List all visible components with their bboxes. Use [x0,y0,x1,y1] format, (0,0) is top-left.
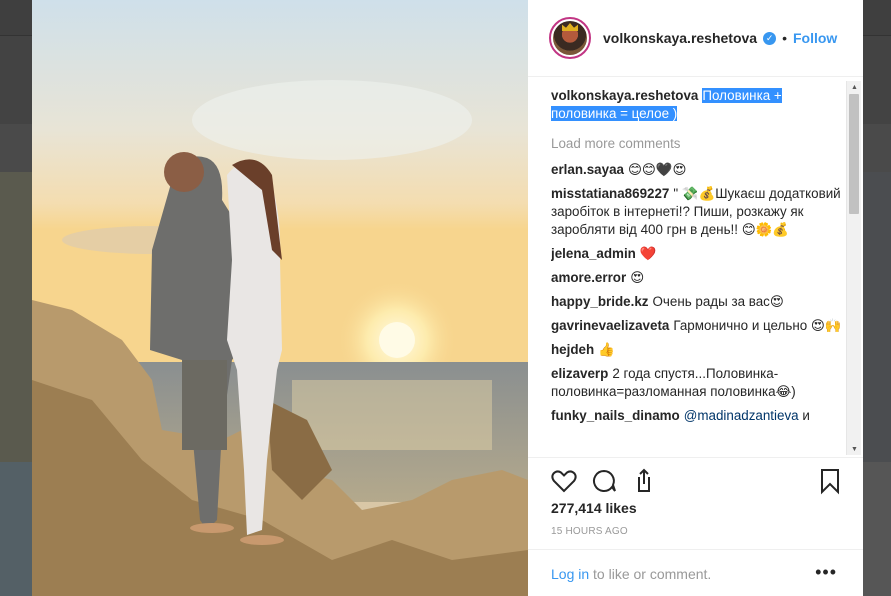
comment-item: elizaverp 2 года спустя...Половинка-полов… [551,365,847,401]
caption: volkonskaya.reshetova Половинка + половин… [551,87,847,123]
comment-item: misstatiana869227 " 💸💰Шукаєш додатковий з… [551,185,847,239]
post-header: volkonskaya.reshetova ✓ • Follow [528,0,863,77]
scroll-down-icon[interactable]: ▼ [851,446,858,453]
comment-item: amore.error 😍 [551,269,847,287]
comment-username[interactable]: hejdeh [551,342,594,357]
comment-text: ❤️ [639,246,657,261]
scroll-up-icon[interactable]: ▲ [851,84,858,91]
separator-dot: • [782,30,787,46]
comment-text: Гармонично и цельно 😍🙌 [673,318,842,333]
share-icon[interactable] [630,467,658,495]
post-username[interactable]: volkonskaya.reshetova [603,30,757,46]
avatar[interactable] [549,17,591,59]
comment-username[interactable]: funky_nails_dinamo [551,408,680,423]
background-tile-left [0,172,32,462]
comment-item: happy_bride.kz Очень рады за вас😍 [551,293,847,311]
caption-username[interactable]: volkonskaya.reshetova [551,88,698,103]
comment-text: 👍 [598,342,615,357]
comment-text: и [802,408,810,423]
comment-text: Очень рады за вас😍 [652,294,784,309]
comment-icon[interactable] [590,467,618,495]
verified-badge-icon: ✓ [763,31,777,45]
comment-username[interactable]: elizaverp [551,366,608,381]
login-prompt-text: to like or comment. [589,566,712,582]
login-link[interactable]: Log in [551,566,589,582]
login-prompt: Log in to like or comment. ••• [528,549,863,596]
post-timestamp[interactable]: 15 HOURS AGO [551,526,628,537]
comment-username[interactable]: jelena_admin [551,246,636,261]
background-thumb-right [863,462,891,596]
comment-text: 😊😊🖤😍 [627,162,687,177]
comments-list[interactable]: volkonskaya.reshetova Половинка + половин… [551,87,847,457]
background-thumb-left [0,462,32,596]
comment-username[interactable]: happy_bride.kz [551,294,648,309]
comment-item: erlan.sayaa 😊😊🖤😍 [551,161,847,179]
scrollbar-thumb[interactable] [849,94,859,214]
post-photo[interactable] [32,0,528,596]
comment-username[interactable]: erlan.sayaa [551,162,624,177]
comments-scrollbar[interactable]: ▲ ▼ [846,81,861,455]
comment-item: jelena_admin ❤️ [551,245,847,263]
comment-item: gavrinevaelizaveta Гармонично и цельно 😍🙌 [551,317,847,335]
comment-mention[interactable]: @madinadzantieva [684,408,799,423]
follow-button[interactable]: Follow [793,30,837,46]
comment-username[interactable]: amore.error [551,270,626,285]
post-image [32,0,528,596]
more-options-icon[interactable]: ••• [815,562,837,583]
comment-text: 😍 [630,270,645,285]
comment-username[interactable]: misstatiana869227 [551,186,669,201]
comment-item: hejdeh 👍 [551,341,847,359]
background-tile-right [863,172,891,462]
comment-username[interactable]: gavrinevaelizaveta [551,318,669,333]
save-bookmark-icon[interactable] [816,467,844,495]
likes-count[interactable]: 277,414 likes [551,500,637,516]
post-side-panel: volkonskaya.reshetova ✓ • Follow volkons… [528,0,863,596]
like-heart-icon[interactable] [550,467,578,495]
post-actions [528,457,863,505]
load-more-comments-button[interactable]: Load more comments [551,135,847,153]
comment-item: funky_nails_dinamo @madinadzantieva и [551,407,847,425]
